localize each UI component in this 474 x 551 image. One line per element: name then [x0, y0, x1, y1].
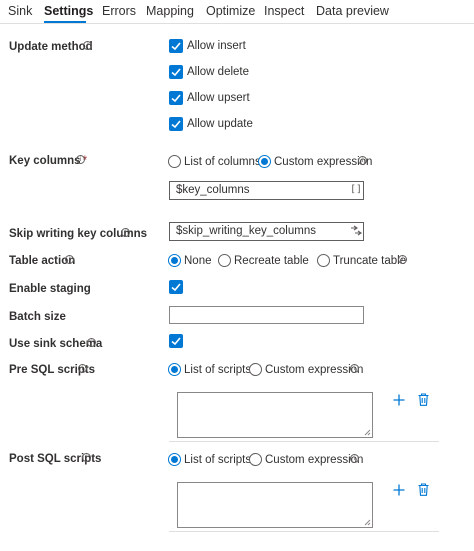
- info-icon[interactable]: i: [350, 454, 359, 463]
- tab-data-preview[interactable]: Data preview: [316, 4, 389, 18]
- list-of-columns-label: List of columns: [184, 156, 261, 168]
- use-sink-schema-checkbox[interactable]: [169, 334, 183, 348]
- recreate-table-radio[interactable]: [218, 254, 231, 267]
- key-columns-label-text: Key columns: [9, 155, 81, 167]
- post-sql-script-textarea[interactable]: [177, 482, 373, 528]
- checkmark-icon: [171, 94, 181, 103]
- dynamic-content-icon[interactable]: [350, 225, 362, 237]
- allow-update-label: Allow update: [187, 118, 253, 130]
- pre-sql-custom-expression-radio[interactable]: [249, 363, 262, 376]
- batch-size-input[interactable]: [169, 306, 364, 324]
- info-icon[interactable]: i: [358, 156, 367, 165]
- skip-writing-key-columns-value: $skip_writing_key_columns: [176, 225, 316, 237]
- table-action-none-radio[interactable]: [168, 254, 181, 267]
- tab-settings[interactable]: Settings: [44, 4, 93, 18]
- key-columns-expression-value: $key_columns: [176, 184, 250, 196]
- allow-insert-label: Allow insert: [187, 40, 246, 52]
- resize-grip-icon[interactable]: [364, 519, 371, 526]
- allow-upsert-label: Allow upsert: [187, 92, 250, 104]
- recreate-table-label: Recreate table: [234, 255, 309, 267]
- enable-staging-label: Enable staging: [9, 283, 91, 295]
- info-icon[interactable]: i: [82, 453, 91, 462]
- allow-delete-checkbox[interactable]: [169, 65, 183, 79]
- delete-icon[interactable]: [418, 483, 429, 496]
- info-icon[interactable]: i: [350, 364, 359, 373]
- tab-errors[interactable]: Errors: [102, 4, 136, 18]
- expression-builder-icon[interactable]: []: [350, 184, 362, 195]
- truncate-table-label: Truncate table: [333, 255, 407, 267]
- add-icon[interactable]: [393, 394, 405, 406]
- add-icon[interactable]: [393, 484, 405, 496]
- key-columns-expression-input[interactable]: $key_columns: [169, 181, 364, 200]
- divider: [169, 441, 439, 442]
- info-icon[interactable]: i: [87, 338, 96, 347]
- post-sql-custom-expression-label: Custom expression: [265, 454, 364, 466]
- truncate-table-radio[interactable]: [317, 254, 330, 267]
- skip-writing-key-columns-input[interactable]: $skip_writing_key_columns: [169, 222, 364, 241]
- batch-size-label: Batch size: [9, 311, 66, 323]
- info-icon[interactable]: i: [398, 255, 407, 264]
- tab-mapping[interactable]: Mapping: [146, 4, 194, 18]
- post-sql-custom-expression-radio[interactable]: [249, 453, 262, 466]
- pre-sql-custom-expression-label: Custom expression: [265, 364, 364, 376]
- info-icon[interactable]: i: [121, 228, 130, 237]
- divider: [169, 531, 439, 532]
- checkmark-icon: [171, 42, 181, 51]
- allow-insert-checkbox[interactable]: [169, 39, 183, 53]
- info-icon[interactable]: i: [78, 364, 87, 373]
- allow-update-checkbox[interactable]: [169, 117, 183, 131]
- checkmark-icon: [171, 120, 181, 129]
- table-action-none-label: None: [184, 255, 212, 267]
- info-icon[interactable]: i: [76, 155, 85, 164]
- checkmark-icon: [171, 283, 181, 292]
- update-method-label: Update method: [9, 41, 93, 53]
- checkmark-icon: [171, 68, 181, 77]
- pre-sql-list-of-scripts-label: List of scripts: [184, 364, 252, 376]
- tab-sink[interactable]: Sink: [8, 4, 32, 18]
- active-tab-indicator: [44, 21, 86, 23]
- allow-upsert-checkbox[interactable]: [169, 91, 183, 105]
- tab-optimize[interactable]: Optimize: [206, 4, 255, 18]
- post-sql-list-of-scripts-radio[interactable]: [168, 453, 181, 466]
- checkmark-icon: [171, 337, 181, 346]
- pre-sql-script-textarea[interactable]: [177, 392, 373, 438]
- tab-inspect[interactable]: Inspect: [264, 4, 304, 18]
- info-icon[interactable]: i: [65, 255, 74, 264]
- list-of-columns-radio[interactable]: [168, 155, 181, 168]
- custom-expression-radio[interactable]: [258, 155, 271, 168]
- pre-sql-list-of-scripts-radio[interactable]: [168, 363, 181, 376]
- tab-bar: Sink Settings Errors Mapping Optimize In…: [0, 0, 474, 24]
- allow-delete-label: Allow delete: [187, 66, 250, 78]
- enable-staging-checkbox[interactable]: [169, 280, 183, 294]
- post-sql-list-of-scripts-label: List of scripts: [184, 454, 252, 466]
- resize-grip-icon[interactable]: [364, 429, 371, 436]
- delete-icon[interactable]: [418, 393, 429, 406]
- info-icon[interactable]: i: [83, 41, 92, 50]
